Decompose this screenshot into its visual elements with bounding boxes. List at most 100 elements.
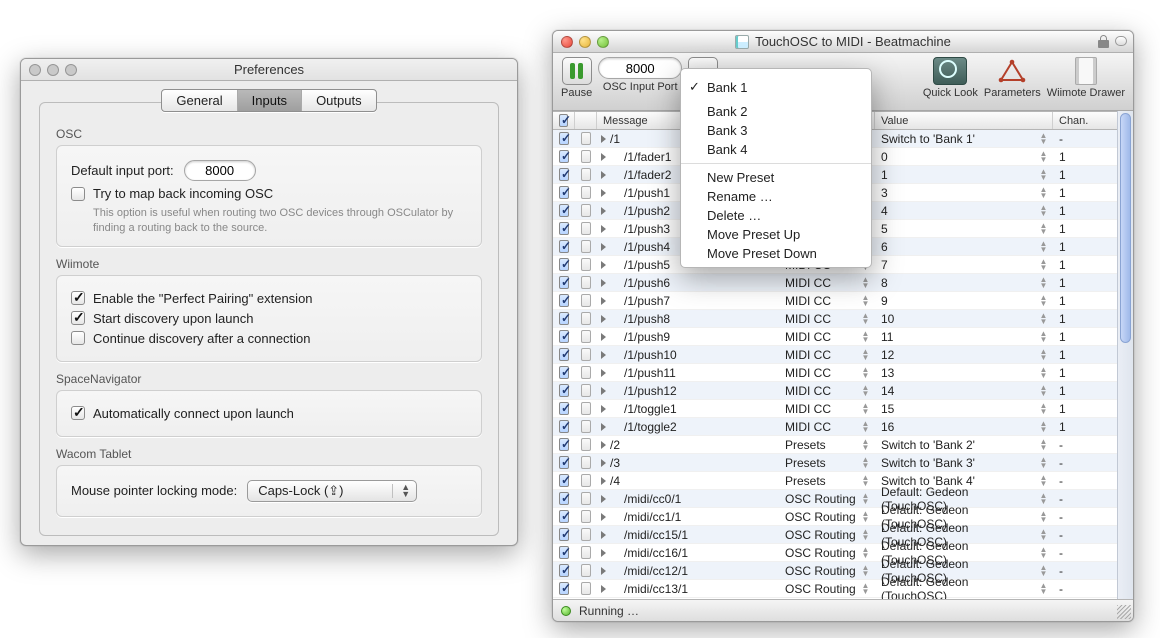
scrollbar-thumb[interactable] — [1120, 113, 1131, 343]
preset-menu-item[interactable]: Delete … — [681, 206, 871, 225]
stepper-icon[interactable]: ▲▼ — [862, 583, 869, 595]
stepper-icon[interactable]: ▲▼ — [862, 547, 869, 559]
stepper-icon[interactable]: ▲▼ — [1040, 133, 1047, 145]
table-row[interactable]: /1/push9MIDI CC▲▼11▲▼1▲▼ — [553, 328, 1133, 346]
row-record-checkbox[interactable] — [581, 582, 591, 595]
lock-icon[interactable] — [1098, 35, 1109, 48]
stepper-icon[interactable]: ▲▼ — [1040, 349, 1047, 361]
disclosure-triangle-icon[interactable] — [601, 351, 606, 359]
col-value[interactable]: Value — [875, 112, 1053, 129]
stepper-icon[interactable]: ▲▼ — [862, 475, 869, 487]
disclosure-triangle-icon[interactable] — [601, 513, 606, 521]
row-enabled-checkbox[interactable] — [559, 222, 569, 235]
disclosure-triangle-icon[interactable] — [601, 189, 606, 197]
stepper-icon[interactable]: ▲▼ — [1040, 277, 1047, 289]
disclosure-triangle-icon[interactable] — [601, 135, 606, 143]
row-enabled-checkbox[interactable] — [559, 204, 569, 217]
row-record-checkbox[interactable] — [581, 474, 591, 487]
stepper-icon[interactable]: ▲▼ — [862, 565, 869, 577]
row-enabled-checkbox[interactable] — [559, 582, 569, 595]
disclosure-triangle-icon[interactable] — [601, 423, 606, 431]
row-record-checkbox[interactable] — [581, 222, 591, 235]
disclosure-triangle-icon[interactable] — [601, 261, 606, 269]
stepper-icon[interactable]: ▲▼ — [1040, 583, 1047, 595]
disclosure-triangle-icon[interactable] — [601, 333, 606, 341]
row-enabled-checkbox[interactable] — [559, 276, 569, 289]
stepper-icon[interactable]: ▲▼ — [1040, 259, 1047, 271]
stepper-icon[interactable]: ▲▼ — [1040, 169, 1047, 181]
default-port-field[interactable] — [184, 160, 256, 181]
stepper-icon[interactable]: ▲▼ — [862, 493, 869, 505]
row-enabled-checkbox[interactable] — [559, 150, 569, 163]
table-row[interactable]: /midi/cc13/1OSC Routing▲▼Default: Gedeon… — [553, 580, 1133, 598]
table-row[interactable]: /1/toggle1MIDI CC▲▼15▲▼1▲▼ — [553, 400, 1133, 418]
stepper-icon[interactable]: ▲▼ — [862, 385, 869, 397]
row-enabled-checkbox[interactable] — [559, 258, 569, 271]
disclosure-triangle-icon[interactable] — [601, 549, 606, 557]
table-row[interactable]: /1/push12MIDI CC▲▼14▲▼1▲▼ — [553, 382, 1133, 400]
tab-inputs[interactable]: Inputs — [238, 90, 302, 111]
stepper-icon[interactable]: ▲▼ — [862, 367, 869, 379]
wiimote-drawer-icon[interactable] — [1075, 57, 1097, 85]
table-row[interactable]: /1/push8MIDI CC▲▼10▲▼1▲▼ — [553, 310, 1133, 328]
parameters-icon[interactable] — [995, 57, 1029, 85]
preset-menu-item[interactable]: Move Preset Down — [681, 244, 871, 263]
row-enabled-checkbox[interactable] — [559, 456, 569, 469]
stepper-icon[interactable]: ▲▼ — [1040, 313, 1047, 325]
disclosure-triangle-icon[interactable] — [601, 153, 606, 161]
stepper-icon[interactable]: ▲▼ — [1040, 205, 1047, 217]
start-discovery-checkbox[interactable] — [71, 311, 85, 325]
table-row[interactable]: /1/push6MIDI CC▲▼8▲▼1▲▼ — [553, 274, 1133, 292]
disclosure-triangle-icon[interactable] — [601, 297, 606, 305]
stepper-icon[interactable]: ▲▼ — [862, 295, 869, 307]
spacenav-autoconnect-checkbox[interactable] — [71, 406, 85, 420]
row-enabled-checkbox[interactable] — [559, 294, 569, 307]
tab-general[interactable]: General — [162, 90, 237, 111]
row-enabled-checkbox[interactable] — [559, 186, 569, 199]
table-row[interactable]: /1/push10MIDI CC▲▼12▲▼1▲▼ — [553, 346, 1133, 364]
disclosure-triangle-icon[interactable] — [601, 531, 606, 539]
disclosure-triangle-icon[interactable] — [601, 405, 606, 413]
row-record-checkbox[interactable] — [581, 204, 591, 217]
row-record-checkbox[interactable] — [581, 420, 591, 433]
row-record-checkbox[interactable] — [581, 384, 591, 397]
table-row[interactable]: /1/push11MIDI CC▲▼13▲▼1▲▼ — [553, 364, 1133, 382]
continue-discovery-checkbox[interactable] — [71, 331, 85, 345]
stepper-icon[interactable]: ▲▼ — [1040, 151, 1047, 163]
row-record-checkbox[interactable] — [581, 564, 591, 577]
row-record-checkbox[interactable] — [581, 240, 591, 253]
row-record-checkbox[interactable] — [581, 456, 591, 469]
row-enabled-checkbox[interactable] — [559, 528, 569, 541]
stepper-icon[interactable]: ▲▼ — [1040, 403, 1047, 415]
row-record-checkbox[interactable] — [581, 492, 591, 505]
stepper-icon[interactable]: ▲▼ — [1040, 331, 1047, 343]
row-record-checkbox[interactable] — [581, 348, 591, 361]
stepper-icon[interactable]: ▲▼ — [862, 403, 869, 415]
stepper-icon[interactable]: ▲▼ — [1040, 295, 1047, 307]
row-enabled-checkbox[interactable] — [559, 168, 569, 181]
stepper-icon[interactable]: ▲▼ — [862, 457, 869, 469]
perfect-pairing-checkbox[interactable] — [71, 291, 85, 305]
disclosure-triangle-icon[interactable] — [601, 477, 606, 485]
toolbar-toggle-icon[interactable] — [1115, 36, 1127, 46]
preset-menu-item[interactable]: Bank 1 — [681, 78, 871, 97]
row-enabled-checkbox[interactable] — [559, 492, 569, 505]
preset-menu-item[interactable]: Bank 3 — [681, 121, 871, 140]
stepper-icon[interactable]: ▲▼ — [1040, 223, 1047, 235]
row-record-checkbox[interactable] — [581, 168, 591, 181]
table-row[interactable]: /1/toggle2MIDI CC▲▼16▲▼1▲▼ — [553, 418, 1133, 436]
stepper-icon[interactable]: ▲▼ — [862, 331, 869, 343]
stepper-icon[interactable]: ▲▼ — [862, 313, 869, 325]
row-enabled-checkbox[interactable] — [559, 474, 569, 487]
disclosure-triangle-icon[interactable] — [601, 171, 606, 179]
row-enabled-checkbox[interactable] — [559, 330, 569, 343]
stepper-icon[interactable]: ▲▼ — [1040, 385, 1047, 397]
disclosure-triangle-icon[interactable] — [601, 495, 606, 503]
resize-grip-icon[interactable] — [1117, 605, 1131, 619]
row-record-checkbox[interactable] — [581, 294, 591, 307]
row-record-checkbox[interactable] — [581, 276, 591, 289]
row-enabled-checkbox[interactable] — [559, 546, 569, 559]
stepper-icon[interactable]: ▲▼ — [1040, 367, 1047, 379]
pointer-lock-popup[interactable]: Caps-Lock (⇪) ▲▼ — [247, 480, 417, 502]
main-titlebar[interactable]: TouchOSC to MIDI - Beatmachine — [553, 31, 1133, 53]
